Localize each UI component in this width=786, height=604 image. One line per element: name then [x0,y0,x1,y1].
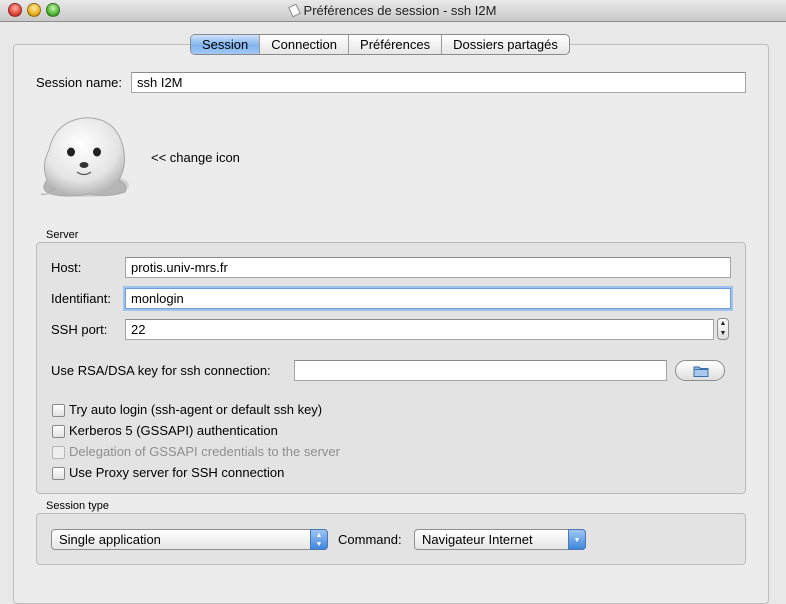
host-label: Host: [51,260,82,275]
command-value: Navigateur Internet [422,532,533,547]
command-select[interactable]: Navigateur Internet ▼ [414,529,586,550]
session-type-group-title: Session type [46,500,109,512]
session-name-field[interactable]: ssh I2M [131,72,746,93]
session-type-select[interactable]: Single application ▲ ▼ [51,529,328,550]
folder-icon [693,366,709,377]
kerberos-label[interactable]: Kerberos 5 (GSSAPI) authentication [69,423,278,438]
server-group-title: Server [46,229,79,241]
ssh-port-field[interactable]: 22 [125,319,714,340]
seal-icon[interactable] [37,110,131,202]
identifiant-field[interactable]: monlogin [125,288,731,309]
tab-preferences[interactable]: Préférences [349,35,443,54]
proxy-checkbox[interactable] [52,467,65,480]
tab-shared-folders[interactable]: Dossiers partagés [442,35,569,54]
host-field[interactable]: protis.univ-mrs.fr [125,257,731,278]
command-label: Command: [338,532,402,547]
browse-key-button[interactable] [675,360,725,381]
tab-bar: Session Connection Préférences Dossiers … [190,34,570,55]
ssh-port-stepper[interactable]: ▲ ▼ [717,318,729,340]
session-type-value: Single application [59,532,161,547]
title-bar: Préférences de session - ssh I2M [0,0,786,22]
chevron-updown-icon: ▲ ▼ [310,529,328,550]
proxy-label[interactable]: Use Proxy server for SSH connection [69,465,284,480]
auto-login-label[interactable]: Try auto login (ssh-agent or default ssh… [69,402,322,417]
ssh-port-label: SSH port: [51,322,108,337]
rsa-key-label: Use RSA/DSA key for ssh connection: [51,363,271,378]
kerberos-checkbox[interactable] [52,425,65,438]
gssapi-delegation-label: Delegation of GSSAPI credentials to the … [69,444,340,459]
session-name-label: Session name: [36,75,122,90]
chevron-down-icon: ▼ [568,529,586,550]
window-title: Préférences de session - ssh I2M [303,3,497,18]
window-title-container: Préférences de session - ssh I2M [0,3,786,18]
tab-connection[interactable]: Connection [260,35,350,54]
tab-session[interactable]: Session [191,35,261,54]
auto-login-checkbox[interactable] [52,404,65,417]
change-icon-label[interactable]: << change icon [151,150,240,165]
rsa-key-field[interactable] [294,360,667,381]
identifiant-label: Identifiant: [51,291,111,306]
gssapi-delegation-checkbox [52,446,65,459]
document-icon [287,3,301,18]
